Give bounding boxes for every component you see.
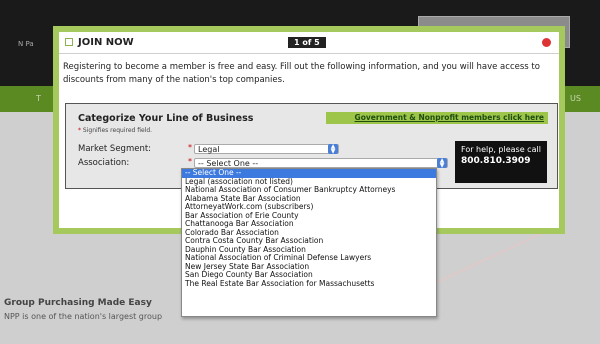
close-icon[interactable]: [542, 38, 551, 47]
required-note-text: Signifies required field.: [82, 127, 153, 134]
required-note: * Signifies required field.: [78, 127, 152, 134]
modal-checkbox-icon: [65, 38, 73, 46]
association-label: Association:: [78, 158, 130, 168]
select-arrows-icon: ▲ ▼: [437, 158, 447, 169]
association-dropdown-list[interactable]: -- Select One -- Legal (association not …: [181, 168, 437, 317]
dropdown-option[interactable]: The Real Estate Bar Association for Mass…: [182, 279, 436, 289]
background-left-text: N Pa: [18, 40, 34, 48]
intro-text: Registering to become a member is free a…: [63, 62, 540, 85]
modal-header: JOIN NOW 1 of 5: [59, 32, 559, 54]
step-indicator: 1 of 5: [288, 37, 326, 48]
market-segment-select[interactable]: Legal ▲ ▼: [194, 144, 339, 155]
help-phone: 800.810.3909: [461, 156, 531, 166]
association-value: -- Select One --: [198, 159, 259, 168]
background-nav-left: T: [36, 94, 41, 103]
help-text: For help, please call: [461, 145, 541, 154]
help-box: For help, please call 800.810.3909: [455, 141, 547, 183]
modal-title: JOIN NOW: [78, 37, 134, 48]
required-star-icon: *: [188, 143, 192, 152]
market-segment-value: Legal: [198, 145, 220, 154]
background-heading: Group Purchasing Made Easy: [4, 298, 152, 308]
select-arrows-icon: ▲ ▼: [328, 144, 338, 155]
government-nonprofit-link[interactable]: Government & Nonprofit members click her…: [326, 112, 548, 124]
association-select[interactable]: -- Select One -- ▲ ▼: [194, 158, 448, 169]
market-segment-label: Market Segment:: [78, 144, 152, 154]
section-title: Categorize Your Line of Business: [78, 113, 254, 124]
required-star-icon: *: [188, 157, 192, 166]
background-nav-right: US: [570, 94, 581, 103]
background-subtext: NPP is one of the nation's largest group: [4, 312, 163, 321]
